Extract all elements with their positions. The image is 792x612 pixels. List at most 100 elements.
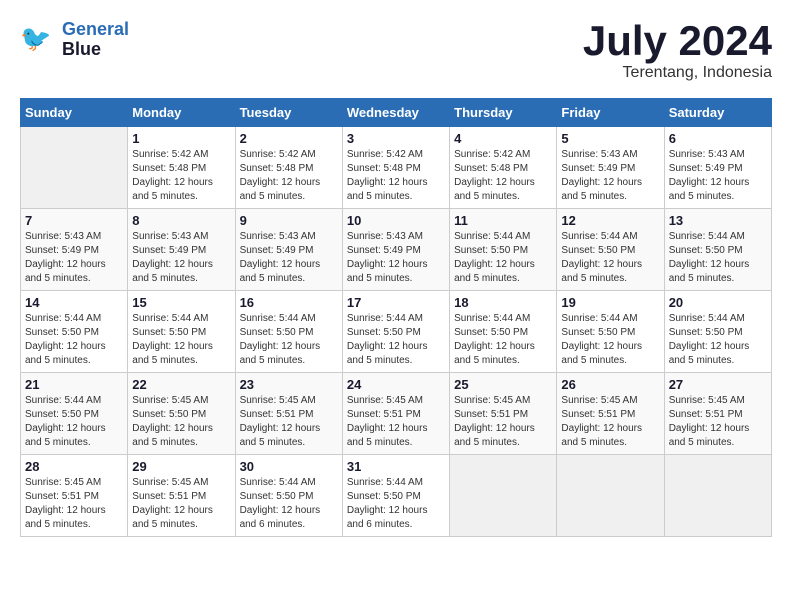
- calendar-table: SundayMondayTuesdayWednesdayThursdayFrid…: [20, 98, 772, 537]
- day-info: Sunrise: 5:44 AM Sunset: 5:50 PM Dayligh…: [454, 312, 552, 368]
- weekday-header-thursday: Thursday: [450, 99, 557, 127]
- calendar-cell: 5 Sunrise: 5:43 AM Sunset: 5:49 PM Daylig…: [557, 127, 664, 209]
- calendar-cell: 19Sunrise: 5:44 AM Sunset: 5:50 PM Dayli…: [557, 291, 664, 373]
- day-number: 2: [240, 131, 338, 146]
- calendar-cell: [450, 455, 557, 537]
- page-header: 🐦 GeneralBlue July 2024 Terentang, Indon…: [20, 20, 772, 82]
- day-number: 24: [347, 377, 445, 392]
- weekday-header-tuesday: Tuesday: [235, 99, 342, 127]
- day-info: Sunrise: 5:44 AM Sunset: 5:50 PM Dayligh…: [669, 312, 767, 368]
- day-number: 9: [240, 213, 338, 228]
- day-info: Sunrise: 5:44 AM Sunset: 5:50 PM Dayligh…: [25, 312, 123, 368]
- day-info: Sunrise: 5:44 AM Sunset: 5:50 PM Dayligh…: [669, 230, 767, 286]
- calendar-cell: 9 Sunrise: 5:43 AM Sunset: 5:49 PM Daylig…: [235, 209, 342, 291]
- day-number: 22: [132, 377, 230, 392]
- day-info: Sunrise: 5:42 AM Sunset: 5:48 PM Dayligh…: [454, 148, 552, 204]
- day-number: 23: [240, 377, 338, 392]
- calendar-cell: 20Sunrise: 5:44 AM Sunset: 5:50 PM Dayli…: [664, 291, 771, 373]
- day-number: 4: [454, 131, 552, 146]
- title-block: July 2024 Terentang, Indonesia: [583, 20, 772, 82]
- calendar-cell: 17 Sunrise: 5:44 AM Sunset: 5:50 PM Dayli…: [342, 291, 449, 373]
- day-info: Sunrise: 5:43 AM Sunset: 5:49 PM Dayligh…: [561, 148, 659, 204]
- day-info: Sunrise: 5:45 AM Sunset: 5:50 PM Dayligh…: [132, 394, 230, 450]
- calendar-cell: [664, 455, 771, 537]
- day-info: Sunrise: 5:45 AM Sunset: 5:51 PM Dayligh…: [561, 394, 659, 450]
- day-info: Sunrise: 5:43 AM Sunset: 5:49 PM Dayligh…: [669, 148, 767, 204]
- day-number: 6: [669, 131, 767, 146]
- calendar-cell: 14 Sunrise: 5:44 AM Sunset: 5:50 PM Dayli…: [21, 291, 128, 373]
- calendar-cell: 12Sunrise: 5:44 AM Sunset: 5:50 PM Dayli…: [557, 209, 664, 291]
- svg-text:🐦: 🐦: [20, 25, 51, 53]
- calendar-cell: 28 Sunrise: 5:45 AM Sunset: 5:51 PM Dayli…: [21, 455, 128, 537]
- calendar-cell: 11 Sunrise: 5:44 AM Sunset: 5:50 PM Dayli…: [450, 209, 557, 291]
- day-number: 16: [240, 295, 338, 310]
- day-info: Sunrise: 5:45 AM Sunset: 5:51 PM Dayligh…: [25, 476, 123, 532]
- day-info: Sunrise: 5:45 AM Sunset: 5:51 PM Dayligh…: [132, 476, 230, 532]
- logo-text: GeneralBlue: [62, 20, 129, 60]
- week-row-4: 21Sunrise: 5:44 AM Sunset: 5:50 PM Dayli…: [21, 373, 772, 455]
- weekday-header-row: SundayMondayTuesdayWednesdayThursdayFrid…: [21, 99, 772, 127]
- logo-icon: 🐦: [20, 22, 56, 58]
- weekday-header-saturday: Saturday: [664, 99, 771, 127]
- day-number: 7: [25, 213, 123, 228]
- day-info: Sunrise: 5:45 AM Sunset: 5:51 PM Dayligh…: [347, 394, 445, 450]
- calendar-cell: 8 Sunrise: 5:43 AM Sunset: 5:49 PM Daylig…: [128, 209, 235, 291]
- day-info: Sunrise: 5:44 AM Sunset: 5:50 PM Dayligh…: [561, 312, 659, 368]
- day-info: Sunrise: 5:42 AM Sunset: 5:48 PM Dayligh…: [240, 148, 338, 204]
- day-number: 17: [347, 295, 445, 310]
- day-info: Sunrise: 5:43 AM Sunset: 5:49 PM Dayligh…: [132, 230, 230, 286]
- day-number: 10: [347, 213, 445, 228]
- calendar-cell: 26Sunrise: 5:45 AM Sunset: 5:51 PM Dayli…: [557, 373, 664, 455]
- day-number: 29: [132, 459, 230, 474]
- day-number: 3: [347, 131, 445, 146]
- day-number: 1: [132, 131, 230, 146]
- day-info: Sunrise: 5:43 AM Sunset: 5:49 PM Dayligh…: [240, 230, 338, 286]
- calendar-cell: [557, 455, 664, 537]
- calendar-cell: 30Sunrise: 5:44 AM Sunset: 5:50 PM Dayli…: [235, 455, 342, 537]
- weekday-header-friday: Friday: [557, 99, 664, 127]
- week-row-2: 7 Sunrise: 5:43 AM Sunset: 5:49 PM Daylig…: [21, 209, 772, 291]
- calendar-cell: [21, 127, 128, 209]
- calendar-cell: 4 Sunrise: 5:42 AM Sunset: 5:48 PM Daylig…: [450, 127, 557, 209]
- day-number: 14: [25, 295, 123, 310]
- day-info: Sunrise: 5:42 AM Sunset: 5:48 PM Dayligh…: [347, 148, 445, 204]
- calendar-cell: 13Sunrise: 5:44 AM Sunset: 5:50 PM Dayli…: [664, 209, 771, 291]
- day-info: Sunrise: 5:45 AM Sunset: 5:51 PM Dayligh…: [454, 394, 552, 450]
- calendar-cell: 31 Sunrise: 5:44 AM Sunset: 5:50 PM Dayli…: [342, 455, 449, 537]
- day-number: 12: [561, 213, 659, 228]
- day-number: 31: [347, 459, 445, 474]
- calendar-cell: 25 Sunrise: 5:45 AM Sunset: 5:51 PM Dayli…: [450, 373, 557, 455]
- day-number: 25: [454, 377, 552, 392]
- day-info: Sunrise: 5:43 AM Sunset: 5:49 PM Dayligh…: [347, 230, 445, 286]
- month-year-title: July 2024: [583, 20, 772, 62]
- day-number: 8: [132, 213, 230, 228]
- day-info: Sunrise: 5:42 AM Sunset: 5:48 PM Dayligh…: [132, 148, 230, 204]
- day-number: 27: [669, 377, 767, 392]
- day-number: 11: [454, 213, 552, 228]
- day-info: Sunrise: 5:44 AM Sunset: 5:50 PM Dayligh…: [454, 230, 552, 286]
- calendar-cell: 7Sunrise: 5:43 AM Sunset: 5:49 PM Daylig…: [21, 209, 128, 291]
- calendar-cell: 18 Sunrise: 5:44 AM Sunset: 5:50 PM Dayli…: [450, 291, 557, 373]
- calendar-cell: 3 Sunrise: 5:42 AM Sunset: 5:48 PM Daylig…: [342, 127, 449, 209]
- calendar-cell: 21Sunrise: 5:44 AM Sunset: 5:50 PM Dayli…: [21, 373, 128, 455]
- logo: 🐦 GeneralBlue: [20, 20, 129, 60]
- day-number: 18: [454, 295, 552, 310]
- calendar-cell: 2 Sunrise: 5:42 AM Sunset: 5:48 PM Daylig…: [235, 127, 342, 209]
- day-info: Sunrise: 5:44 AM Sunset: 5:50 PM Dayligh…: [132, 312, 230, 368]
- calendar-cell: 15Sunrise: 5:44 AM Sunset: 5:50 PM Dayli…: [128, 291, 235, 373]
- calendar-cell: 22 Sunrise: 5:45 AM Sunset: 5:50 PM Dayli…: [128, 373, 235, 455]
- weekday-header-wednesday: Wednesday: [342, 99, 449, 127]
- day-info: Sunrise: 5:44 AM Sunset: 5:50 PM Dayligh…: [347, 312, 445, 368]
- calendar-cell: 24 Sunrise: 5:45 AM Sunset: 5:51 PM Dayli…: [342, 373, 449, 455]
- calendar-cell: 10 Sunrise: 5:43 AM Sunset: 5:49 PM Dayli…: [342, 209, 449, 291]
- weekday-header-sunday: Sunday: [21, 99, 128, 127]
- day-number: 5: [561, 131, 659, 146]
- day-info: Sunrise: 5:44 AM Sunset: 5:50 PM Dayligh…: [347, 476, 445, 532]
- calendar-cell: 16Sunrise: 5:44 AM Sunset: 5:50 PM Dayli…: [235, 291, 342, 373]
- calendar-cell: 27 Sunrise: 5:45 AM Sunset: 5:51 PM Dayli…: [664, 373, 771, 455]
- day-number: 28: [25, 459, 123, 474]
- day-info: Sunrise: 5:45 AM Sunset: 5:51 PM Dayligh…: [669, 394, 767, 450]
- day-info: Sunrise: 5:44 AM Sunset: 5:50 PM Dayligh…: [25, 394, 123, 450]
- calendar-cell: 23 Sunrise: 5:45 AM Sunset: 5:51 PM Dayli…: [235, 373, 342, 455]
- day-info: Sunrise: 5:45 AM Sunset: 5:51 PM Dayligh…: [240, 394, 338, 450]
